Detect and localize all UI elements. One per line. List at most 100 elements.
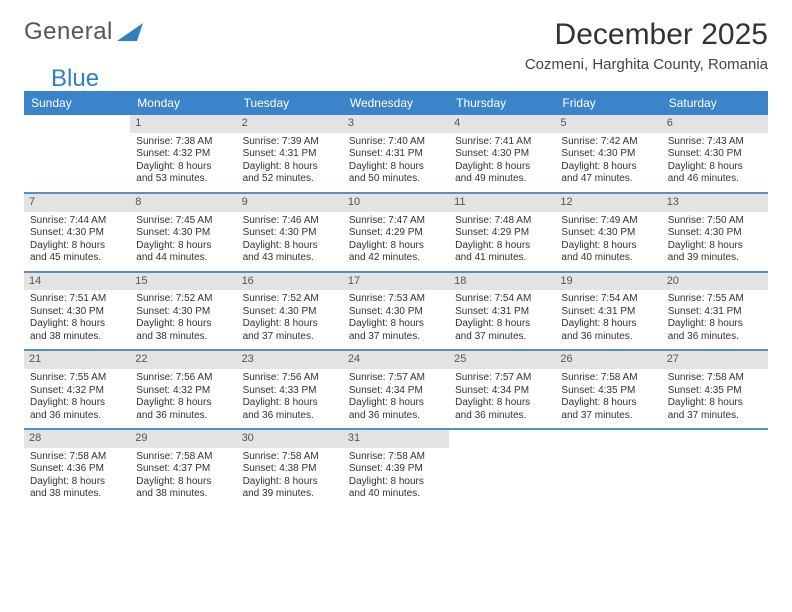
day-details: Sunrise: 7:39 AMSunset: 4:31 PMDaylight:… (243, 136, 337, 186)
brand-word-1: General (24, 18, 113, 46)
calendar-day-cell: 17Sunrise: 7:53 AMSunset: 4:30 PMDayligh… (343, 272, 449, 351)
calendar-day-cell: 2 Sunrise: 7:39 AMSunset: 4:31 PMDaylight… (237, 115, 343, 193)
day-details: Sunrise: 7:42 AMSunset: 4:30 PMDaylight:… (561, 136, 655, 186)
day-number: 23 (237, 351, 343, 369)
day-number: 31 (343, 430, 449, 448)
day-details: Sunrise: 7:58 AMSunset: 4:39 PMDaylight:… (349, 451, 443, 501)
sunset-line: Sunset: 4:30 PM (30, 306, 124, 319)
day-number: 2 (237, 115, 343, 133)
day-number: 17 (343, 273, 449, 291)
day-details: Sunrise: 7:54 AMSunset: 4:31 PMDaylight:… (455, 293, 549, 343)
daylight-line: Daylight: 8 hours and 36 minutes. (243, 397, 337, 422)
day-number: 27 (662, 351, 768, 369)
sunrise-line: Sunrise: 7:56 AM (136, 372, 230, 385)
sunset-line: Sunset: 4:30 PM (455, 148, 549, 161)
daylight-line: Daylight: 8 hours and 43 minutes. (243, 240, 337, 265)
daylight-line: Daylight: 8 hours and 38 minutes. (30, 476, 124, 501)
day-details: Sunrise: 7:49 AMSunset: 4:30 PMDaylight:… (561, 215, 655, 265)
sunset-line: Sunset: 4:32 PM (136, 148, 230, 161)
calendar-day-cell: 27Sunrise: 7:58 AMSunset: 4:35 PMDayligh… (662, 350, 768, 429)
calendar-day-cell: 10Sunrise: 7:47 AMSunset: 4:29 PMDayligh… (343, 193, 449, 272)
sunset-line: Sunset: 4:30 PM (136, 306, 230, 319)
calendar-day-cell: 6Sunrise: 7:43 AMSunset: 4:30 PMDaylight… (662, 115, 768, 193)
day-number: 13 (662, 194, 768, 212)
calendar-day-cell: 24Sunrise: 7:57 AMSunset: 4:34 PMDayligh… (343, 350, 449, 429)
dayname-tue: Tuesday (237, 91, 343, 115)
dayname-sun: Sunday (24, 91, 130, 115)
calendar-day-cell: 28Sunrise: 7:58 AMSunset: 4:36 PMDayligh… (24, 429, 130, 507)
sunrise-line: Sunrise: 7:38 AM (136, 136, 230, 149)
day-details: Sunrise: 7:46 AMSunset: 4:30 PMDaylight:… (243, 215, 337, 265)
daylight-line: Daylight: 8 hours and 38 minutes. (30, 318, 124, 343)
sunset-line: Sunset: 4:33 PM (243, 385, 337, 398)
day-details: Sunrise: 7:58 AMSunset: 4:37 PMDaylight:… (136, 451, 230, 501)
sunset-line: Sunset: 4:30 PM (668, 227, 762, 240)
sunrise-line: Sunrise: 7:56 AM (243, 372, 337, 385)
calendar-day-cell: 1 Sunrise: 7:38 AMSunset: 4:32 PMDaylight… (130, 115, 236, 193)
day-details: Sunrise: 7:44 AMSunset: 4:30 PMDaylight:… (30, 215, 124, 265)
brand-logo: General (24, 18, 143, 46)
sunrise-line: Sunrise: 7:51 AM (30, 293, 124, 306)
sunrise-line: Sunrise: 7:55 AM (668, 293, 762, 306)
calendar-day-cell: 12Sunrise: 7:49 AMSunset: 4:30 PMDayligh… (555, 193, 661, 272)
calendar-table: Sunday Monday Tuesday Wednesday Thursday… (24, 91, 768, 507)
sunset-line: Sunset: 4:29 PM (455, 227, 549, 240)
sunrise-line: Sunrise: 7:50 AM (668, 215, 762, 228)
day-details: Sunrise: 7:58 AMSunset: 4:36 PMDaylight:… (30, 451, 124, 501)
daylight-line: Daylight: 8 hours and 41 minutes. (455, 240, 549, 265)
day-number: 10 (343, 194, 449, 212)
sunset-line: Sunset: 4:30 PM (349, 306, 443, 319)
sunset-line: Sunset: 4:30 PM (561, 227, 655, 240)
dayname-sat: Saturday (662, 91, 768, 115)
sunset-line: Sunset: 4:31 PM (455, 306, 549, 319)
sunrise-line: Sunrise: 7:47 AM (349, 215, 443, 228)
sunrise-line: Sunrise: 7:54 AM (561, 293, 655, 306)
day-details: Sunrise: 7:41 AMSunset: 4:30 PMDaylight:… (455, 136, 549, 186)
sunset-line: Sunset: 4:35 PM (561, 385, 655, 398)
calendar-empty-cell (449, 429, 555, 507)
daylight-line: Daylight: 8 hours and 47 minutes. (561, 161, 655, 186)
sunset-line: Sunset: 4:36 PM (30, 463, 124, 476)
day-number: 18 (449, 273, 555, 291)
sunrise-line: Sunrise: 7:57 AM (455, 372, 549, 385)
daylight-line: Daylight: 8 hours and 38 minutes. (136, 476, 230, 501)
calendar-day-cell: 20Sunrise: 7:55 AMSunset: 4:31 PMDayligh… (662, 272, 768, 351)
sunset-line: Sunset: 4:29 PM (349, 227, 443, 240)
sunrise-line: Sunrise: 7:42 AM (561, 136, 655, 149)
calendar-day-cell: 26Sunrise: 7:58 AMSunset: 4:35 PMDayligh… (555, 350, 661, 429)
page-title: December 2025 (525, 18, 768, 52)
daylight-line: Daylight: 8 hours and 36 minutes. (30, 397, 124, 422)
calendar-day-cell: 22Sunrise: 7:56 AMSunset: 4:32 PMDayligh… (130, 350, 236, 429)
daylight-line: Daylight: 8 hours and 44 minutes. (136, 240, 230, 265)
sunrise-line: Sunrise: 7:45 AM (136, 215, 230, 228)
calendar-day-cell: 31 Sunrise: 7:58 AMSunset: 4:39 PMDayligh… (343, 429, 449, 507)
daylight-line: Daylight: 8 hours and 40 minutes. (349, 476, 443, 501)
daylight-line: Daylight: 8 hours and 38 minutes. (136, 318, 230, 343)
day-number: 14 (24, 273, 130, 291)
sunrise-line: Sunrise: 7:46 AM (243, 215, 337, 228)
daylight-line: Daylight: 8 hours and 45 minutes. (30, 240, 124, 265)
sunrise-line: Sunrise: 7:52 AM (136, 293, 230, 306)
daylight-line: Daylight: 8 hours and 37 minutes. (668, 397, 762, 422)
sunset-line: Sunset: 4:34 PM (349, 385, 443, 398)
sunset-line: Sunset: 4:30 PM (561, 148, 655, 161)
day-details: Sunrise: 7:48 AMSunset: 4:29 PMDaylight:… (455, 215, 549, 265)
day-number: 29 (130, 430, 236, 448)
calendar-day-cell: 8Sunrise: 7:45 AMSunset: 4:30 PMDaylight… (130, 193, 236, 272)
day-number: 1 (130, 115, 236, 133)
calendar-day-cell: 7Sunrise: 7:44 AMSunset: 4:30 PMDaylight… (24, 193, 130, 272)
dayname-thu: Thursday (449, 91, 555, 115)
sunset-line: Sunset: 4:31 PM (243, 148, 337, 161)
day-details: Sunrise: 7:52 AMSunset: 4:30 PMDaylight:… (136, 293, 230, 343)
day-number: 24 (343, 351, 449, 369)
day-details: Sunrise: 7:56 AMSunset: 4:32 PMDaylight:… (136, 372, 230, 422)
daylight-line: Daylight: 8 hours and 37 minutes. (349, 318, 443, 343)
calendar-day-cell: 5Sunrise: 7:42 AMSunset: 4:30 PMDaylight… (555, 115, 661, 193)
day-details: Sunrise: 7:56 AMSunset: 4:33 PMDaylight:… (243, 372, 337, 422)
day-number: 16 (237, 273, 343, 291)
brand-word-2: Blue (51, 65, 792, 93)
daylight-line: Daylight: 8 hours and 37 minutes. (561, 397, 655, 422)
daylight-line: Daylight: 8 hours and 53 minutes. (136, 161, 230, 186)
day-number: 8 (130, 194, 236, 212)
day-number: 9 (237, 194, 343, 212)
